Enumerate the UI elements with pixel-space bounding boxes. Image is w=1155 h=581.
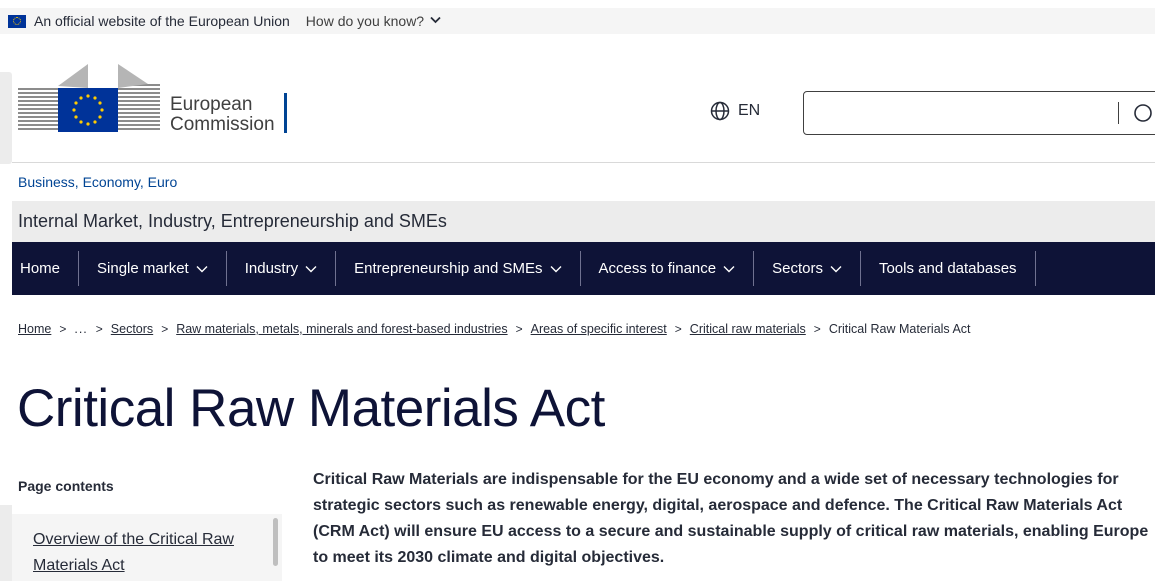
breadcrumb-raw-materials[interactable]: Raw materials, metals, minerals and fore… bbox=[176, 322, 507, 336]
chevron-right-icon: > bbox=[161, 322, 169, 336]
logo-line-european: European bbox=[170, 94, 253, 115]
breadcrumb: Home > ... > Sectors > Raw materials, me… bbox=[18, 322, 971, 336]
official-website-text: An official website of the European Unio… bbox=[34, 13, 290, 29]
search-icon[interactable] bbox=[1131, 103, 1155, 125]
how-do-you-know-label: How do you know? bbox=[305, 13, 425, 29]
breadcrumb-sectors[interactable]: Sectors bbox=[111, 322, 153, 336]
chevron-down-icon bbox=[550, 265, 562, 272]
logo-text: European Commission bbox=[170, 95, 275, 135]
toc-item-overview[interactable]: Overview of the Critical Raw Materials A… bbox=[33, 527, 268, 579]
chevron-down-icon bbox=[430, 16, 441, 27]
how-do-you-know-toggle[interactable]: How do you know? bbox=[306, 13, 441, 29]
eu-flag-icon bbox=[8, 14, 26, 28]
page-title: Critical Raw Materials Act bbox=[17, 379, 605, 438]
nav-item-entrepreneurship[interactable]: Entrepreneurship and SMEs bbox=[336, 251, 581, 286]
chevron-right-icon: > bbox=[674, 322, 682, 336]
globe-icon bbox=[710, 101, 730, 121]
toc-scrollbar[interactable] bbox=[273, 518, 278, 566]
language-selector[interactable]: EN bbox=[710, 101, 760, 121]
chevron-right-icon: > bbox=[813, 322, 821, 336]
nav-item-sectors[interactable]: Sectors bbox=[754, 251, 861, 286]
page-contents-title: Page contents bbox=[18, 478, 114, 494]
intro-paragraph: Critical Raw Materials are indispensable… bbox=[313, 471, 1149, 566]
nav-item-label: Industry bbox=[244, 260, 299, 277]
breadcrumb-areas-of-specific-interest[interactable]: Areas of specific interest bbox=[531, 322, 667, 336]
search-input[interactable] bbox=[803, 91, 1155, 135]
chevron-down-icon bbox=[305, 265, 317, 272]
left-edge-shadow bbox=[0, 505, 12, 581]
search-separator bbox=[1118, 102, 1119, 124]
parent-site-link[interactable]: Business, Economy, Euro bbox=[18, 174, 177, 190]
left-edge-shadow bbox=[0, 72, 12, 164]
breadcrumb-critical-raw-materials[interactable]: Critical raw materials bbox=[690, 322, 806, 336]
chevron-right-icon: > bbox=[95, 322, 103, 336]
main-navigation: Home Single market Industry Entrepreneur… bbox=[12, 242, 1155, 295]
breadcrumb-ellipsis[interactable]: ... bbox=[74, 322, 87, 336]
language-code: EN bbox=[738, 102, 761, 119]
nav-item-label: Tools and databases bbox=[878, 260, 1017, 277]
nav-item-single-market[interactable]: Single market bbox=[79, 251, 227, 286]
logo-line-commission: Commission bbox=[170, 114, 275, 135]
breadcrumb-home[interactable]: Home bbox=[18, 322, 51, 336]
chevron-down-icon bbox=[830, 265, 842, 272]
official-eu-bar: An official website of the European Unio… bbox=[0, 8, 1155, 34]
nav-item-tools-and-databases[interactable]: Tools and databases bbox=[861, 251, 1036, 286]
site-banner: Internal Market, Industry, Entrepreneurs… bbox=[12, 201, 1155, 242]
nav-item-label: Home bbox=[20, 260, 61, 277]
nav-item-access-to-finance[interactable]: Access to finance bbox=[581, 251, 755, 286]
nav-item-label: Single market bbox=[97, 260, 189, 277]
chevron-down-icon bbox=[196, 265, 208, 272]
nav-item-home[interactable]: Home bbox=[12, 251, 80, 286]
chevron-right-icon: > bbox=[59, 322, 67, 336]
logo-accent-bar bbox=[284, 93, 287, 133]
header-divider bbox=[12, 162, 1155, 163]
nav-item-label: Entrepreneurship and SMEs bbox=[354, 260, 543, 277]
chevron-right-icon: > bbox=[515, 322, 523, 336]
chevron-down-icon bbox=[723, 265, 735, 272]
nav-item-label: Access to finance bbox=[598, 260, 717, 277]
breadcrumb-current: Critical Raw Materials Act bbox=[828, 322, 971, 336]
site-banner-title: Internal Market, Industry, Entrepreneurs… bbox=[18, 211, 447, 231]
nav-item-label: Sectors bbox=[772, 260, 823, 277]
nav-item-industry[interactable]: Industry bbox=[227, 251, 337, 286]
